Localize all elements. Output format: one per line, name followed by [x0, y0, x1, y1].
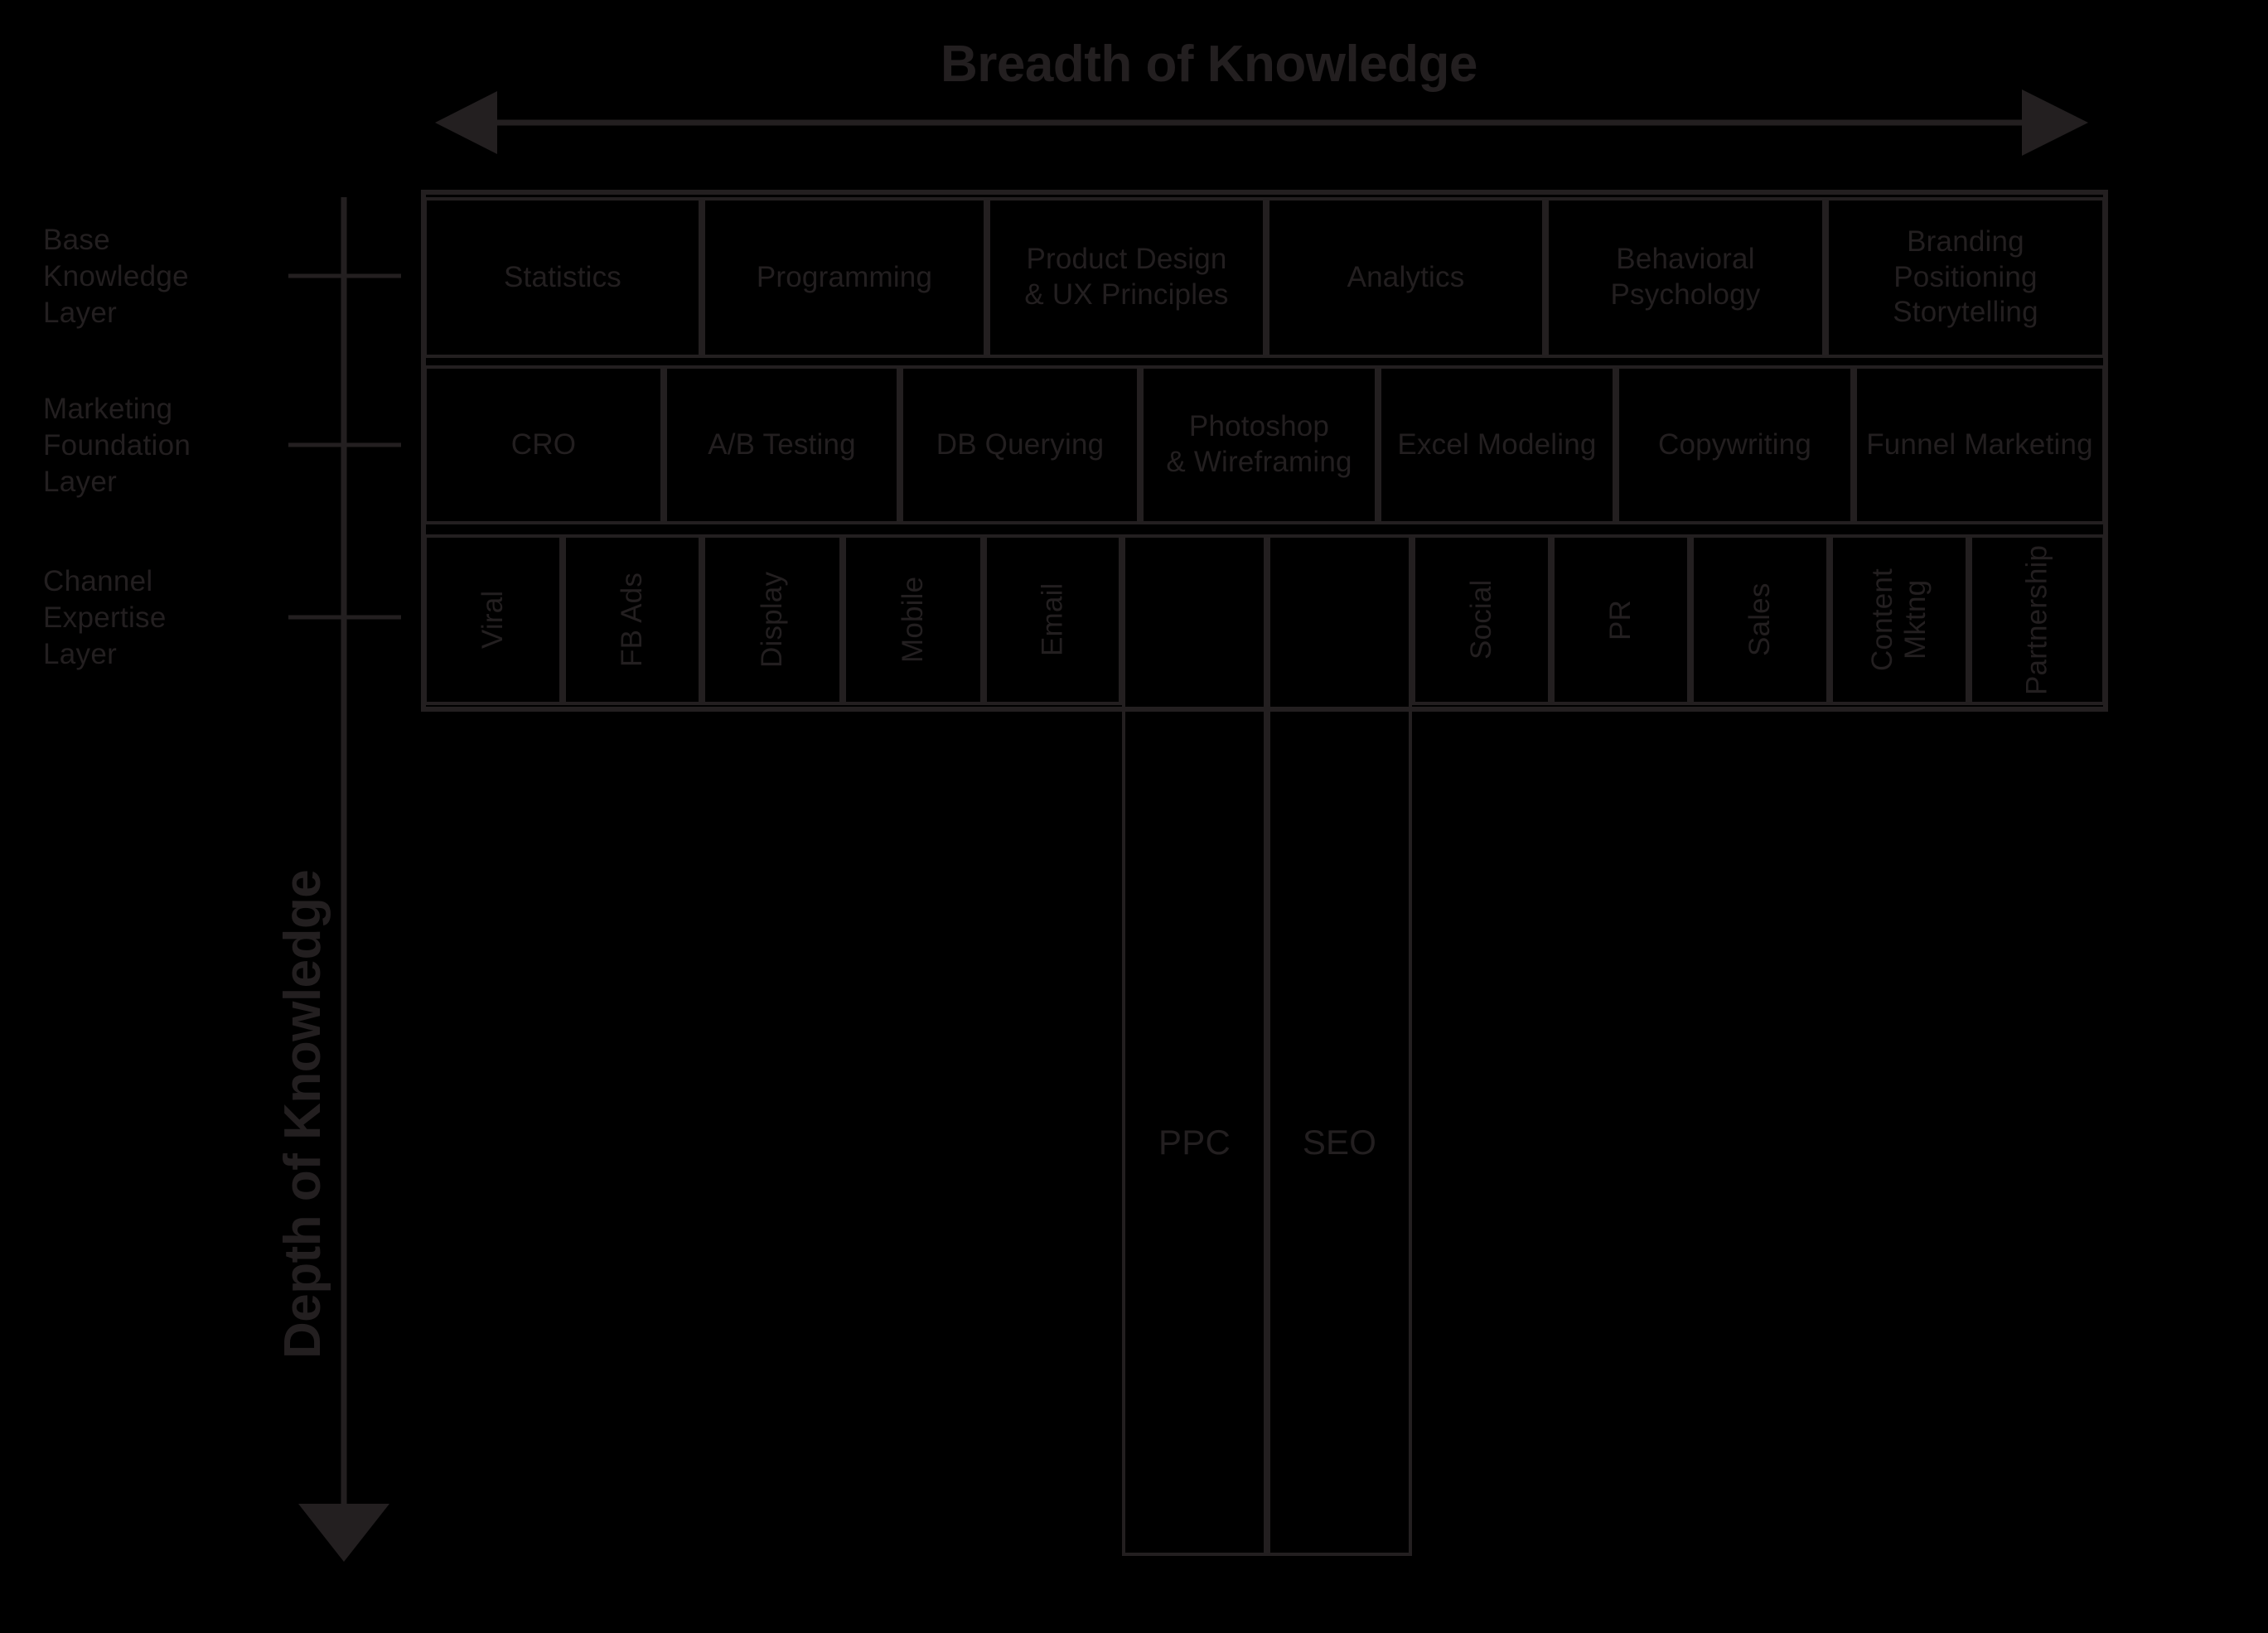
skill-cell-photoshop-wireframing[interactable]: Photoshop & Wireframing — [1140, 365, 1378, 524]
channel-cell-display[interactable]: Display — [702, 534, 843, 705]
layer-label-channel-expertise: Channel Expertise Layer — [43, 565, 167, 671]
breadth-of-knowledge-title: Breadth of Knowledge — [941, 36, 1477, 93]
channel-cell-ppc-label: PPC — [1158, 1123, 1231, 1162]
skill-cell-excel-modeling[interactable]: Excel Modeling — [1378, 365, 1616, 524]
skill-cell-branding-positioning-storytelling[interactable]: Branding Positioning Storytelling — [1826, 197, 2106, 358]
channel-cell-seo-label: SEO — [1302, 1123, 1377, 1162]
skill-cell-behavioral-psychology[interactable]: Behavioral Psychology — [1545, 197, 1826, 358]
channel-cell-fb-ads[interactable]: FB Ads — [563, 534, 702, 705]
channel-cell-ppc[interactable]: PPC — [1122, 534, 1267, 1556]
channel-cell-content-mktng[interactable]: Content Mktng — [1830, 534, 1969, 705]
channel-cell-social[interactable]: Social — [1412, 534, 1551, 705]
layer-label-base-knowledge: Base Knowledge Layer — [43, 224, 189, 330]
depth-of-knowledge-title: Depth of Knowledge — [274, 869, 331, 1359]
channel-cell-sales[interactable]: Sales — [1690, 534, 1830, 705]
channel-cell-partnership[interactable]: Partnership — [1969, 534, 2106, 705]
skill-cell-funnel-marketing[interactable]: Funnel Marketing — [1854, 365, 2106, 524]
breadth-arrow-icon — [435, 89, 2088, 156]
skill-cell-ab-testing[interactable]: A/B Testing — [664, 365, 900, 524]
t-shaped-marketer-diagram: Breadth of Knowledge Depth of Knowledge … — [0, 0, 2268, 1633]
skill-cell-programming[interactable]: Programming — [702, 197, 987, 358]
skill-cell-cro[interactable]: CRO — [423, 365, 664, 524]
skill-cell-db-querying[interactable]: DB Querying — [900, 365, 1140, 524]
skill-cell-analytics[interactable]: Analytics — [1266, 197, 1545, 358]
skill-cell-copywriting[interactable]: Copywriting — [1616, 365, 1854, 524]
channel-cell-viral[interactable]: Viral — [423, 534, 563, 705]
layer-label-marketing-foundation: Marketing Foundation Layer — [43, 393, 191, 499]
skill-cell-product-design[interactable]: Product Design & UX Principles — [987, 197, 1266, 358]
channel-cell-mobile[interactable]: Mobile — [843, 534, 984, 705]
channel-cell-pr[interactable]: PR — [1551, 534, 1690, 705]
channel-cell-seo[interactable]: SEO — [1267, 534, 1412, 1556]
channel-cell-email[interactable]: Email — [984, 534, 1122, 705]
skill-cell-statistics[interactable]: Statistics — [423, 197, 702, 358]
